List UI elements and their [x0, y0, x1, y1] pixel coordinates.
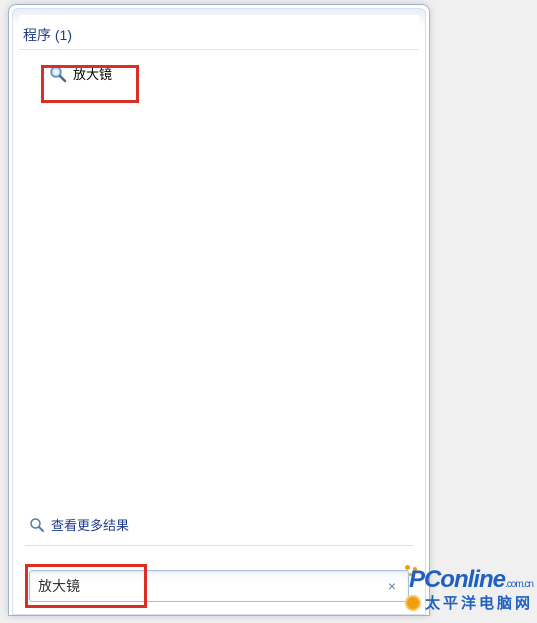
search-icon	[29, 517, 45, 533]
section-header-programs: 程序 (1)	[19, 15, 419, 50]
watermark-subtitle: 太平洋电脑网	[407, 592, 533, 613]
panel-inner: 程序 (1) 放大镜 查看更多结果	[12, 8, 426, 615]
result-item-magnifier[interactable]: 放大镜	[41, 58, 141, 89]
search-box[interactable]: ×	[29, 570, 409, 602]
divider	[25, 545, 413, 546]
result-item-label: 放大镜	[73, 64, 112, 83]
results-area: 程序 (1) 放大镜	[19, 15, 419, 539]
watermark-brand-text: PConline	[409, 566, 505, 593]
see-more-results-label: 查看更多结果	[51, 515, 129, 534]
search-input[interactable]	[38, 578, 384, 594]
search-area: ×	[29, 570, 409, 602]
magnifier-icon	[49, 65, 67, 83]
clear-search-button[interactable]: ×	[384, 578, 400, 594]
watermark: PConline.com.cn 太平洋电脑网	[407, 566, 533, 613]
watermark-brand: PConline.com.cn	[407, 566, 533, 594]
start-menu-panel: 程序 (1) 放大镜 查看更多结果	[8, 4, 430, 616]
watermark-suffix: .com.cn	[505, 579, 533, 590]
see-more-results-link[interactable]: 查看更多结果	[29, 515, 129, 534]
